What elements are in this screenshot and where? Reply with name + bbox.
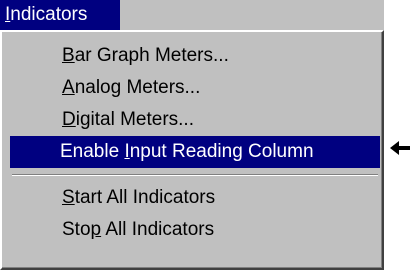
menu-item-label-post: nput Reading Column xyxy=(129,141,314,162)
menu-item-digital-meters[interactable]: Digital Meters... xyxy=(12,104,376,136)
menu-item-label-pre: Enable xyxy=(60,141,125,162)
menu-item-mnemonic: A xyxy=(62,77,75,98)
menu-item-mnemonic: S xyxy=(62,187,75,208)
menu-item-analog-meters[interactable]: Analog Meters... xyxy=(12,72,376,104)
menu-item-mnemonic: D xyxy=(62,109,76,130)
left-arrow-icon xyxy=(390,141,410,155)
indicators-dropdown-menu: Bar Graph Meters... Analog Meters... Dig… xyxy=(0,30,384,270)
menu-item-enable-input-reading-column[interactable]: Enable Input Reading Column xyxy=(10,136,380,168)
menu-item-label-post: ar Graph Meters... xyxy=(74,45,229,66)
menu-item-label-post: nalog Meters... xyxy=(74,77,201,98)
menu-item-mnemonic: B xyxy=(62,45,75,66)
menu-item-label-post: tart All Indicators xyxy=(74,187,216,208)
menu-item-bar-graph-meters[interactable]: Bar Graph Meters... xyxy=(12,40,376,72)
menu-item-start-all-indicators[interactable]: Start All Indicators xyxy=(12,182,376,214)
menu-item-label-post: igital Meters... xyxy=(75,109,194,130)
menu-item-stop-all-indicators[interactable]: Stop All Indicators xyxy=(12,214,376,246)
menu-item-label-post: All Indicators xyxy=(101,219,215,240)
menu-title-indicators[interactable]: Indicators xyxy=(0,0,120,30)
menu-bar-background xyxy=(120,0,384,30)
menu-item-mnemonic: p xyxy=(90,219,102,240)
menu-separator xyxy=(12,174,378,176)
menu-item-label-pre: Sto xyxy=(62,219,91,240)
menu-title-label: ndicators xyxy=(10,4,88,25)
